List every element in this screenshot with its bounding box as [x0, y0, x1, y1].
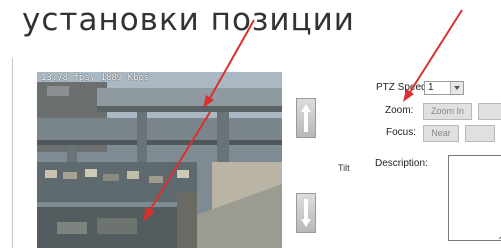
camera-video-feed[interactable]: 13.78 fps, 1889 Kbps	[37, 72, 282, 248]
ptz-speed-select[interactable]: 1	[424, 81, 464, 95]
ptz-speed-label: PTZ Speed:	[376, 82, 430, 93]
arrow-down-icon	[301, 199, 311, 227]
description-label: Description:	[375, 158, 428, 169]
zoom-in-button[interactable]: Zoom In	[423, 103, 472, 120]
page-heading: установки позиции	[22, 2, 355, 38]
ptz-speed-value: 1	[428, 82, 434, 93]
tilt-down-button[interactable]	[296, 193, 316, 233]
description-textarea[interactable]	[448, 155, 501, 241]
tilt-label: Tilt	[338, 163, 350, 173]
focus-far-button[interactable]	[465, 125, 495, 142]
camera-scene-image	[37, 72, 282, 248]
video-stats-overlay: 13.78 fps, 1889 Kbps	[41, 73, 150, 83]
focus-label: Focus:	[386, 127, 417, 138]
zoom-label: Zoom:	[385, 105, 414, 116]
tilt-up-button[interactable]	[296, 98, 316, 138]
divider-line	[12, 58, 13, 248]
zoom-out-button[interactable]	[478, 103, 501, 120]
focus-near-button[interactable]: Near	[423, 125, 459, 142]
chevron-down-icon	[450, 82, 463, 94]
arrow-up-icon	[301, 104, 311, 132]
